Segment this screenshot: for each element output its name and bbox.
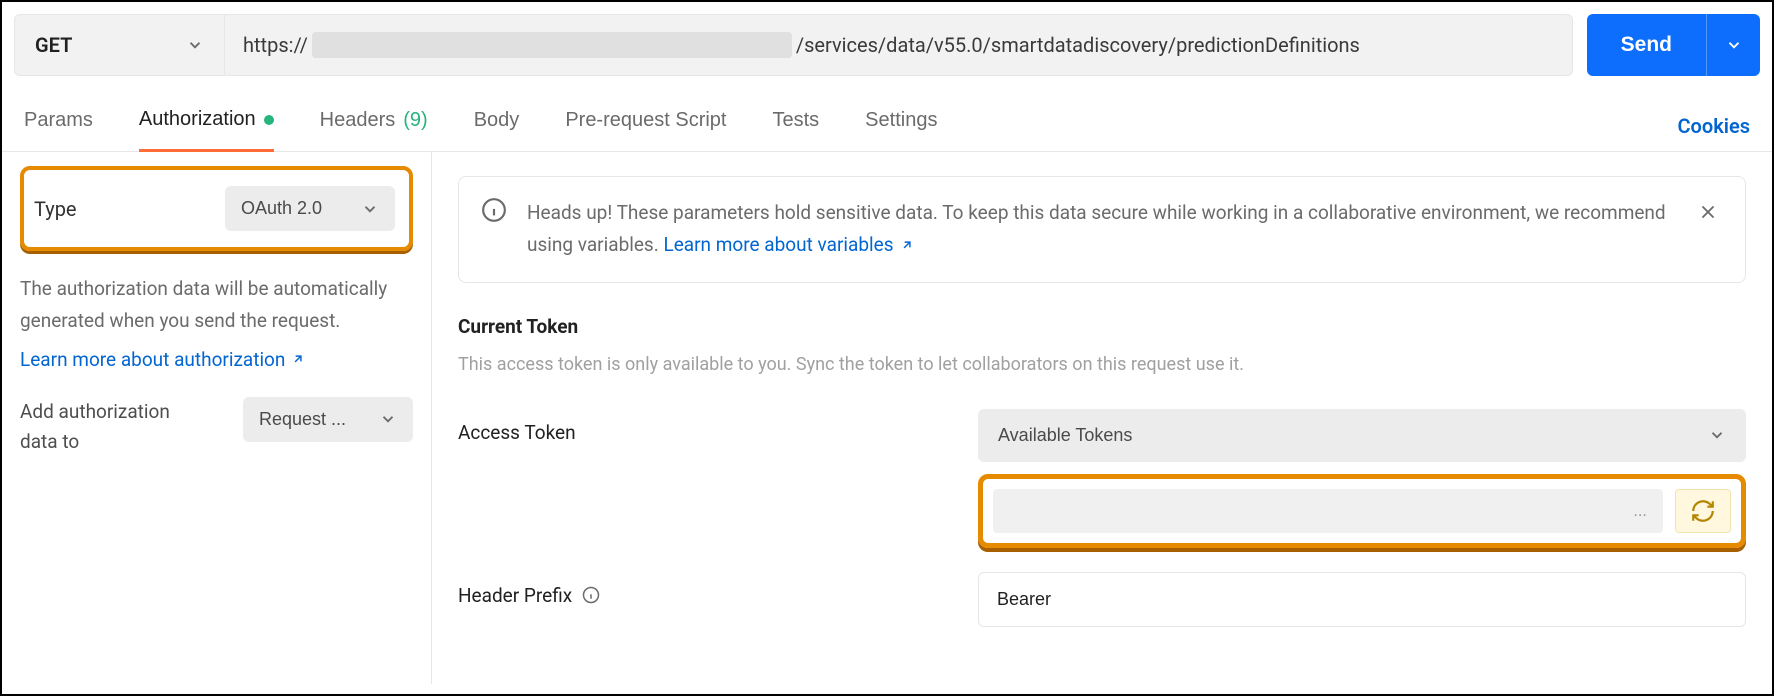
available-tokens-select[interactable]: Available Tokens (978, 409, 1746, 462)
learn-more-variables-text: Learn more about variables (663, 229, 893, 261)
auth-right-panel: Heads up! These parameters hold sensitiv… (432, 152, 1772, 684)
sync-icon (1690, 498, 1716, 524)
auth-type-label: Type (34, 197, 77, 221)
add-auth-data-select[interactable]: Request ... (243, 397, 413, 442)
info-icon[interactable] (582, 586, 600, 604)
chevron-down-icon (361, 200, 379, 218)
chevron-down-icon (379, 410, 397, 428)
auth-description: The authorization data will be automatic… (20, 273, 413, 338)
request-tabs: Params Authorization Headers (9) Body Pr… (2, 76, 1772, 152)
add-auth-data-value: Request ... (259, 409, 346, 430)
access-token-box: ... (978, 474, 1746, 548)
cookies-link[interactable]: Cookies (1677, 114, 1750, 138)
http-method-select[interactable]: GET (14, 14, 224, 76)
url-prefix: https:// (243, 33, 308, 57)
access-token-label: Access Token (458, 409, 978, 444)
access-token-value[interactable]: ... (993, 489, 1663, 533)
url-suffix: /services/data/v55.0/smartdatadiscovery/… (796, 33, 1360, 57)
send-options-button[interactable] (1706, 14, 1760, 76)
sync-token-button[interactable] (1675, 489, 1731, 533)
tab-headers-label: Headers (320, 109, 396, 132)
learn-more-auth-text: Learn more about authorization (20, 348, 285, 371)
alert-close-button[interactable] (1693, 197, 1723, 230)
url-input[interactable]: https:// /services/data/v55.0/smartdatad… (224, 14, 1573, 76)
chevron-down-icon (1725, 36, 1743, 54)
token-ellipsis: ... (1634, 501, 1647, 521)
external-link-icon (900, 238, 914, 252)
url-redacted-segment (312, 32, 792, 58)
close-icon (1697, 201, 1719, 223)
header-prefix-label: Header Prefix (458, 584, 572, 607)
status-dot-icon (264, 115, 274, 125)
auth-type-value: OAuth 2.0 (241, 198, 322, 219)
http-method-value: GET (35, 33, 72, 57)
tab-body[interactable]: Body (474, 101, 520, 150)
headers-count: (9) (403, 109, 427, 132)
tab-authorization-label: Authorization (139, 108, 256, 131)
tab-tests[interactable]: Tests (772, 101, 819, 150)
send-button[interactable]: Send (1587, 14, 1706, 76)
info-icon (481, 197, 507, 223)
tab-pre-request-script[interactable]: Pre-request Script (565, 101, 726, 150)
chevron-down-icon (186, 36, 204, 54)
auth-left-panel: Type OAuth 2.0 The authorization data wi… (2, 152, 432, 684)
header-prefix-input[interactable] (978, 572, 1746, 627)
tab-authorization[interactable]: Authorization (139, 100, 274, 152)
external-link-icon (291, 352, 305, 366)
chevron-down-icon (1708, 426, 1726, 444)
auth-type-row: Type OAuth 2.0 (20, 166, 413, 251)
available-tokens-value: Available Tokens (998, 425, 1132, 446)
tab-params[interactable]: Params (24, 101, 93, 150)
tab-settings[interactable]: Settings (865, 101, 937, 150)
current-token-title: Current Token (458, 315, 1746, 338)
sensitive-data-alert: Heads up! These parameters hold sensitiv… (458, 176, 1746, 283)
learn-more-auth-link[interactable]: Learn more about authorization (20, 348, 305, 371)
auth-type-select[interactable]: OAuth 2.0 (225, 186, 395, 231)
tab-headers[interactable]: Headers (9) (320, 101, 428, 150)
learn-more-variables-link[interactable]: Learn more about variables (663, 229, 913, 261)
add-auth-data-label: Add authorization data to (20, 397, 190, 458)
current-token-desc: This access token is only available to y… (458, 354, 1746, 375)
